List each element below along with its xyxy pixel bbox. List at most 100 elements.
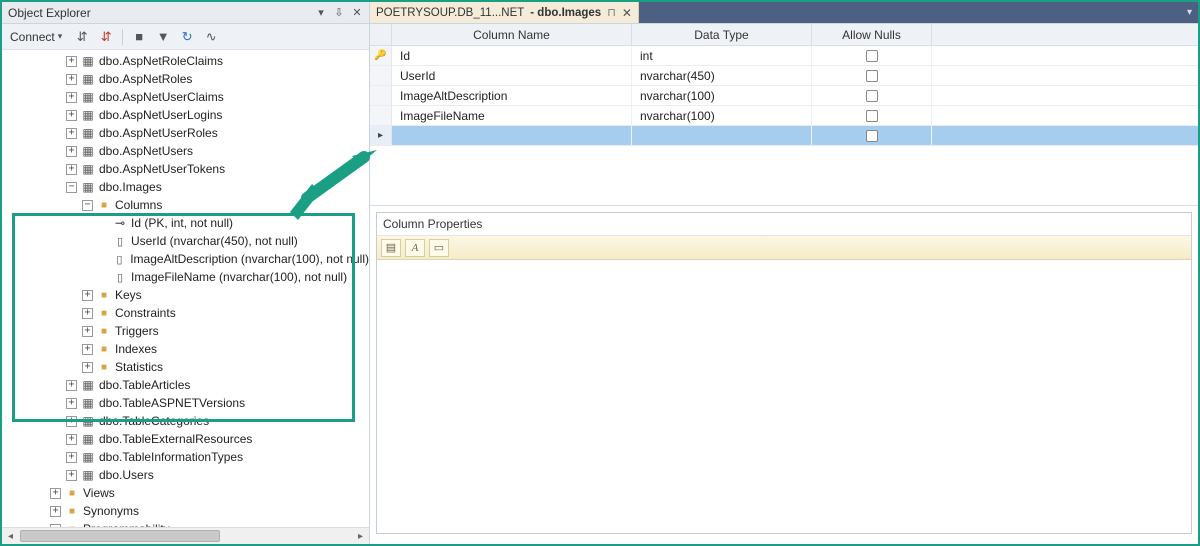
cell-allownulls[interactable] <box>812 86 932 105</box>
column-header-name[interactable]: Column Name <box>392 24 632 45</box>
grid-row[interactable]: ImageFileNamenvarchar(100) <box>370 106 1198 126</box>
tree-node-table[interactable]: +dbo.Users <box>2 466 369 484</box>
checkbox-icon[interactable] <box>866 130 878 142</box>
cell-allownulls[interactable] <box>812 106 932 125</box>
row-header[interactable] <box>370 106 392 125</box>
cell-name[interactable]: ImageFileName <box>392 106 632 125</box>
checkbox-icon[interactable] <box>866 50 878 62</box>
tree-node-table[interactable]: +dbo.AspNetUserClaims <box>2 88 369 106</box>
collapse-icon[interactable]: − <box>66 182 77 193</box>
refresh-icon[interactable]: ↻ <box>179 29 195 45</box>
expand-icon[interactable]: + <box>50 488 61 499</box>
tree-node-table[interactable]: +dbo.TableExternalResources <box>2 430 369 448</box>
pin-icon[interactable]: ⇩ <box>331 5 347 21</box>
expand-icon[interactable]: + <box>66 470 77 481</box>
tree-node-table[interactable]: +dbo.AspNetUserRoles <box>2 124 369 142</box>
row-header[interactable]: 🔑 <box>370 46 392 65</box>
cell-allownulls[interactable] <box>812 126 932 145</box>
expand-icon[interactable]: + <box>66 128 77 139</box>
expand-icon[interactable]: + <box>66 56 77 67</box>
expand-icon[interactable]: + <box>66 92 77 103</box>
grid-row-new[interactable]: ▸ <box>370 126 1198 146</box>
tree-node-folder[interactable]: +Indexes <box>2 340 369 358</box>
tree-node-table[interactable]: +dbo.TableInformationTypes <box>2 448 369 466</box>
row-header[interactable] <box>370 86 392 105</box>
tree-node-column[interactable]: ImageFileName (nvarchar(100), not null) <box>2 268 369 286</box>
row-selector-icon[interactable]: ▸ <box>370 126 392 145</box>
property-pages-icon[interactable]: ▭ <box>429 239 449 257</box>
horizontal-scrollbar[interactable]: ◂ ▸ <box>2 527 369 544</box>
window-dropdown-icon[interactable]: ▾ <box>313 5 329 21</box>
cell-name[interactable]: ImageAltDescription <box>392 86 632 105</box>
tree-node-column[interactable]: UserId (nvarchar(450), not null) <box>2 232 369 250</box>
tree-node-column[interactable]: Id (PK, int, not null) <box>2 214 369 232</box>
tree-node-folder[interactable]: +Statistics <box>2 358 369 376</box>
disconnect-all-icon[interactable]: ⇵ <box>98 29 114 45</box>
expand-icon[interactable]: + <box>66 434 77 445</box>
tree-node-table[interactable]: +dbo.AspNetUserTokens <box>2 160 369 178</box>
cell-allownulls[interactable] <box>812 66 932 85</box>
tree-node-table[interactable]: +dbo.AspNetRoles <box>2 70 369 88</box>
tree-node-folder[interactable]: +Constraints <box>2 304 369 322</box>
cell-type[interactable] <box>632 126 812 145</box>
tree-node-folder[interactable]: −Programmability <box>2 520 369 527</box>
cell-name[interactable]: UserId <box>392 66 632 85</box>
expand-icon[interactable]: + <box>82 308 93 319</box>
activity-icon[interactable]: ∿ <box>203 29 219 45</box>
checkbox-icon[interactable] <box>866 90 878 102</box>
document-tab[interactable]: POETRYSOUP.DB_11...NET - dbo.Images ⊓ ✕ <box>370 2 639 23</box>
expand-icon[interactable]: + <box>82 290 93 301</box>
grid-row[interactable]: 🔑Idint <box>370 46 1198 66</box>
row-header[interactable] <box>370 66 392 85</box>
tree-node-table[interactable]: +dbo.AspNetUsers <box>2 142 369 160</box>
tab-overflow-icon[interactable]: ▾ <box>1187 7 1192 18</box>
expand-icon[interactable]: + <box>66 146 77 157</box>
filter-icon[interactable]: ▼ <box>155 29 171 45</box>
expand-icon[interactable]: + <box>50 506 61 517</box>
tree-node-table[interactable]: +dbo.AspNetUserLogins <box>2 106 369 124</box>
tab-close-icon[interactable]: ✕ <box>622 6 632 20</box>
cell-name[interactable] <box>392 126 632 145</box>
expand-icon[interactable]: + <box>66 110 77 121</box>
expand-icon[interactable]: + <box>66 74 77 85</box>
tree-node-folder[interactable]: +Views <box>2 484 369 502</box>
categorized-view-icon[interactable]: ▤ <box>381 239 401 257</box>
tab-pin-icon[interactable]: ⊓ <box>607 6 616 19</box>
connect-button[interactable]: Connect <box>6 28 66 46</box>
cell-type[interactable]: nvarchar(100) <box>632 106 812 125</box>
expand-icon[interactable]: + <box>82 362 93 373</box>
tree-node-table[interactable]: − dbo.Images <box>2 178 369 196</box>
checkbox-icon[interactable] <box>866 110 878 122</box>
cell-type[interactable]: nvarchar(100) <box>632 86 812 105</box>
expand-icon[interactable]: + <box>66 164 77 175</box>
tree-node-table[interactable]: +dbo.TableArticles <box>2 376 369 394</box>
expand-icon[interactable]: + <box>66 416 77 427</box>
object-explorer-tree[interactable]: +dbo.AspNetRoleClaims+dbo.AspNetRoles+db… <box>2 50 369 527</box>
tree-node-table[interactable]: +dbo.AspNetRoleClaims <box>2 52 369 70</box>
expand-icon[interactable]: + <box>66 380 77 391</box>
scroll-right-icon[interactable]: ▸ <box>352 528 369 545</box>
grid-row[interactable]: UserIdnvarchar(450) <box>370 66 1198 86</box>
expand-icon[interactable]: + <box>82 326 93 337</box>
cell-allownulls[interactable] <box>812 46 932 65</box>
tree-node-table[interactable]: +dbo.TableASPNETVersions <box>2 394 369 412</box>
cell-type[interactable]: nvarchar(450) <box>632 66 812 85</box>
stop-icon[interactable]: ■ <box>131 29 147 45</box>
tree-node-folder[interactable]: +Synonyms <box>2 502 369 520</box>
tree-node-folder[interactable]: +Triggers <box>2 322 369 340</box>
tree-node-folder[interactable]: +Keys <box>2 286 369 304</box>
column-header-type[interactable]: Data Type <box>632 24 812 45</box>
cell-name[interactable]: Id <box>392 46 632 65</box>
disconnect-icon[interactable]: ⇵ <box>74 29 90 45</box>
scroll-left-icon[interactable]: ◂ <box>2 528 19 545</box>
tree-node-column[interactable]: ImageAltDescription (nvarchar(100), not … <box>2 250 369 268</box>
tree-node-columns-folder[interactable]: − Columns <box>2 196 369 214</box>
expand-icon[interactable]: + <box>82 344 93 355</box>
alphabetical-view-icon[interactable]: A <box>405 239 425 257</box>
grid-row[interactable]: ImageAltDescriptionnvarchar(100) <box>370 86 1198 106</box>
column-header-allownulls[interactable]: Allow Nulls <box>812 24 932 45</box>
cell-type[interactable]: int <box>632 46 812 65</box>
close-icon[interactable]: ✕ <box>349 5 365 21</box>
scrollbar-thumb[interactable] <box>20 530 220 542</box>
expand-icon[interactable]: + <box>66 398 77 409</box>
